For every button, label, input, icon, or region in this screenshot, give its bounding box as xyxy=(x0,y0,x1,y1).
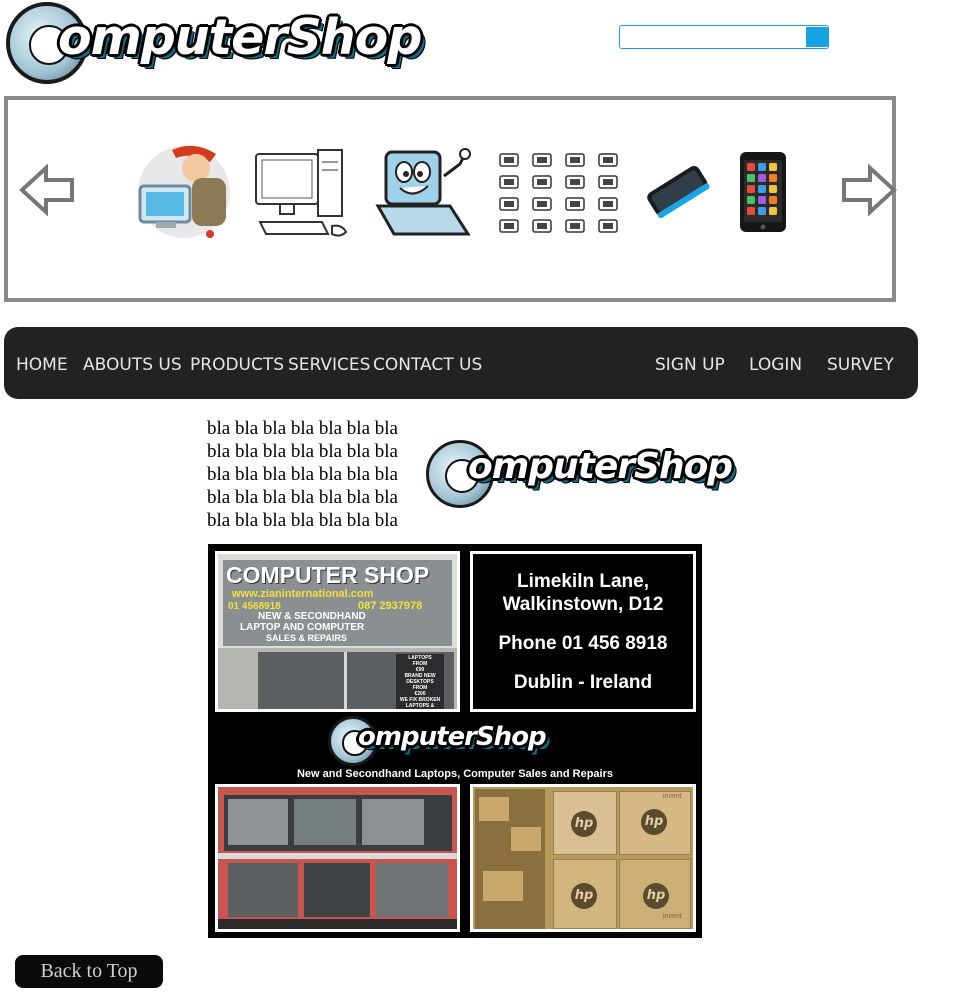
storefront-window-sign: LAPTOPS FROM €99 BRAND NEW DESKTOPS FROM… xyxy=(399,655,441,709)
shop-location: Dublin - Ireland xyxy=(513,672,653,693)
contact-info-panel: Limekiln Lane, Walkinstown, D12 Phone 01… xyxy=(470,551,696,712)
nav-contact-us[interactable]: CONTACT US xyxy=(373,355,482,375)
storefront-sign-line1: NEW & SECONDHAND xyxy=(258,611,366,622)
back-to-top-button[interactable]: Back to Top xyxy=(15,955,163,988)
laptops-photo xyxy=(215,784,460,932)
hp-logo-icon: hp xyxy=(571,883,597,909)
search-button[interactable] xyxy=(806,27,829,47)
left-arrow-icon xyxy=(19,164,74,216)
search-input[interactable] xyxy=(619,25,829,49)
nav-survey[interactable]: SURVEY xyxy=(827,355,894,375)
nav-sign-up[interactable]: SIGN UP xyxy=(655,355,725,375)
carousel-prev-button[interactable] xyxy=(18,164,76,216)
nav-login[interactable]: LOGIN xyxy=(749,355,802,375)
logo-text: omputerShop xyxy=(358,722,547,752)
hp-invent-label: invent xyxy=(663,793,682,800)
hp-boxes-photo: hp hp hp hp invent invent xyxy=(470,784,696,932)
right-arrow-icon xyxy=(842,164,897,216)
shop-advert: COMPUTER SHOP www.zianinternational.com … xyxy=(208,544,702,938)
address-line-1: Limekiln Lane, xyxy=(517,571,649,592)
tablet-icon xyxy=(734,148,794,243)
hp-logo-icon: hp xyxy=(643,883,669,909)
site-logo[interactable]: omputerShop xyxy=(6,2,441,84)
body-text-line: bla bla bla bla bla bla bla xyxy=(207,487,398,508)
storefront-sign-line2: LAPTOP AND COMPUTER xyxy=(240,622,365,633)
address-line-2: Walkinstown, D12 xyxy=(502,594,664,615)
hp-logo-icon: hp xyxy=(571,811,597,837)
product-carousel xyxy=(4,96,898,302)
body-text-line: bla bla bla bla bla bla bla xyxy=(207,510,398,531)
nav-about-us[interactable]: ABOUTS US xyxy=(83,355,182,375)
storefront-photo: COMPUTER SHOP www.zianinternational.com … xyxy=(215,551,460,712)
technician-icon xyxy=(132,142,242,245)
nav-products[interactable]: PRODUCTS xyxy=(190,355,284,375)
nav-home[interactable]: HOME xyxy=(16,355,68,375)
nav-services[interactable]: SERVICES xyxy=(288,355,370,375)
advert-tagline: New and Secondhand Laptops, Computer Sal… xyxy=(296,768,613,780)
body-text-line: bla bla bla bla bla bla bla xyxy=(207,441,398,462)
shop-phone: Phone 01 456 8918 xyxy=(498,633,668,654)
logo-text: omputerShop xyxy=(468,446,733,487)
main-nav: HOME ABOUTS US PRODUCTS SERVICES CONTACT… xyxy=(4,327,918,399)
advert-logo: omputerShop xyxy=(328,714,588,766)
body-text-line: bla bla bla bla bla bla bla xyxy=(207,464,398,485)
storefront-sign-title: COMPUTER SHOP xyxy=(226,562,430,588)
body-text-line: bla bla bla bla bla bla bla xyxy=(207,418,398,439)
hp-logo-icon: hp xyxy=(641,809,667,835)
hp-invent-label: invent xyxy=(663,913,682,920)
desktop-computer-icon xyxy=(252,146,352,247)
smartphone-icon xyxy=(642,164,712,225)
carousel-next-button[interactable] xyxy=(840,164,898,216)
laptop-cartoon-icon xyxy=(372,146,476,247)
content-logo: omputerShop xyxy=(426,436,733,516)
storefront-sign-url: www.zianinternational.com xyxy=(232,588,374,600)
storefront-sign-line3: SALES & REPAIRS xyxy=(266,633,347,643)
hardware-grid-icon xyxy=(494,152,622,241)
logo-text: omputerShop xyxy=(58,9,422,66)
storefront-sign-phone2: 087 2937978 xyxy=(358,600,423,612)
